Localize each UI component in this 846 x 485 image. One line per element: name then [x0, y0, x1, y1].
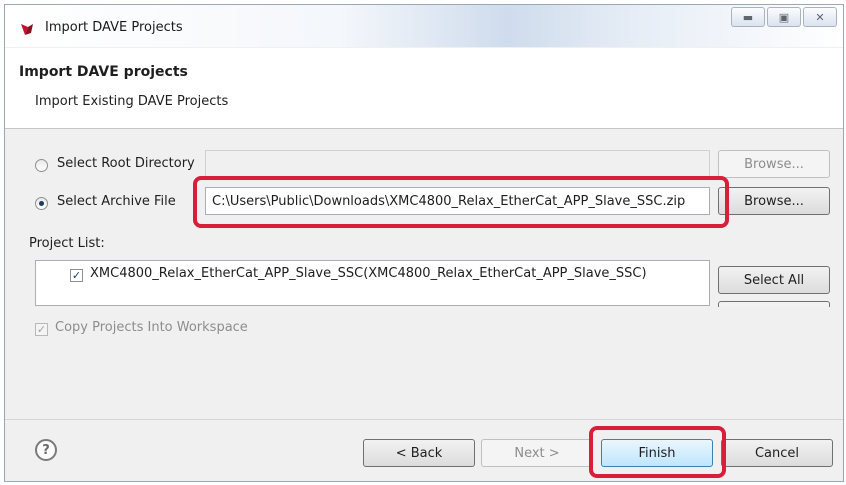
minimize-button[interactable]: ▬	[731, 7, 765, 27]
archive-file-field[interactable]: C:\Users\Public\Downloads\XMC4800_Relax_…	[205, 187, 710, 215]
finish-button[interactable]: Finish	[601, 439, 713, 467]
root-browse-button[interactable]: Browse...	[718, 150, 830, 178]
maximize-button[interactable]: ▣	[767, 7, 801, 27]
cancel-button[interactable]: Cancel	[721, 439, 833, 467]
help-icon[interactable]: ?	[35, 439, 57, 461]
footer-separator	[5, 419, 843, 420]
page-title: Import DAVE projects	[19, 64, 188, 80]
close-button[interactable]: ✕	[803, 7, 837, 27]
window-controls: ▬ ▣ ✕	[729, 7, 837, 27]
title-bar[interactable]: Import DAVE Projects ▬ ▣ ✕	[5, 5, 843, 47]
copy-projects-label: Copy Projects Into Workspace	[55, 320, 248, 335]
deselect-all-button-partial[interactable]	[718, 301, 830, 307]
dave-app-icon	[21, 24, 33, 35]
archive-file-label: Select Archive File	[57, 194, 176, 209]
root-directory-label: Select Root Directory	[57, 156, 195, 171]
project-checkbox[interactable]: ✓	[70, 269, 83, 282]
project-list-item[interactable]: XMC4800_Relax_EtherCat_APP_Slave_SSC(XMC…	[90, 266, 647, 281]
back-button[interactable]: < Back	[363, 439, 475, 467]
minimize-icon: ▬	[742, 10, 754, 24]
archive-browse-button[interactable]: Browse...	[718, 187, 830, 215]
root-directory-radio[interactable]	[35, 159, 48, 172]
import-dialog: Import DAVE Projects ▬ ▣ ✕ Import DAVE p…	[4, 4, 844, 482]
copy-projects-checkbox[interactable]: ✓	[35, 323, 48, 336]
wizard-header: Import DAVE projects Import Existing DAV…	[5, 48, 843, 129]
next-button[interactable]: Next >	[481, 439, 593, 467]
window-title: Import DAVE Projects	[45, 20, 183, 35]
close-icon: ✕	[815, 10, 825, 24]
root-directory-field[interactable]	[205, 150, 710, 178]
project-list[interactable]: ✓ XMC4800_Relax_EtherCat_APP_Slave_SSC(X…	[35, 260, 710, 306]
page-subtitle: Import Existing DAVE Projects	[35, 94, 229, 109]
project-list-label: Project List:	[29, 236, 105, 251]
maximize-icon: ▣	[778, 10, 790, 24]
archive-file-radio[interactable]	[35, 197, 48, 210]
select-all-button[interactable]: Select All	[718, 266, 830, 294]
